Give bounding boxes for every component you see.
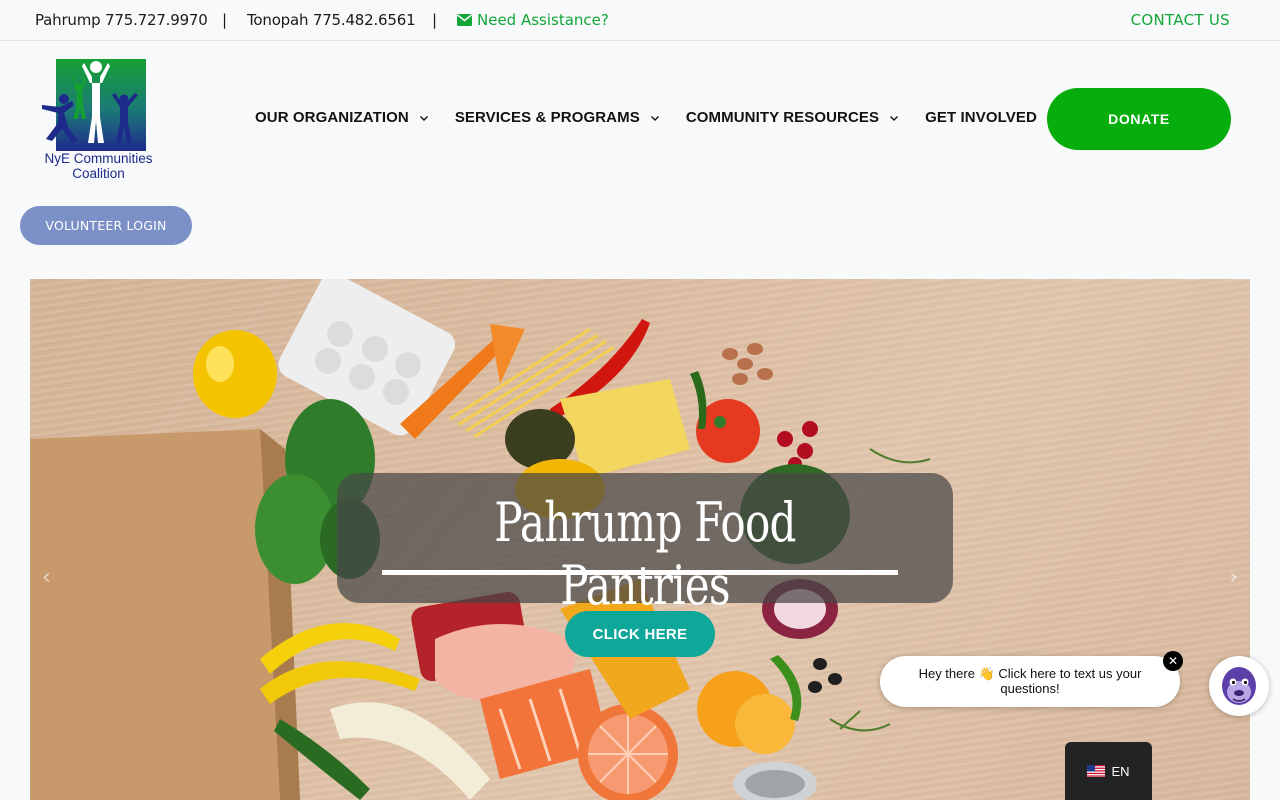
volunteer-login-button[interactable]: VOLUNTEER LOGIN — [20, 206, 192, 245]
chevron-down-icon — [890, 115, 899, 121]
top-contact-bar: Pahrump 775.727.9970 | Tonopah 775.482.6… — [0, 0, 1280, 41]
slider-prev-arrow[interactable]: ‹ — [42, 565, 51, 590]
nav-our-organization[interactable]: OUR ORGANIZATION — [255, 109, 429, 126]
nav-community-resources[interactable]: COMMUNITY RESOURCES — [686, 109, 899, 126]
click-here-button[interactable]: CLICK HERE — [565, 611, 715, 657]
nav-get-involved[interactable]: GET INVOLVED — [925, 109, 1057, 126]
us-flag-icon — [1087, 765, 1106, 777]
site-logo[interactable]: NyE Communities Coalition — [36, 57, 161, 181]
slider-next-arrow[interactable]: › — [1229, 565, 1238, 590]
hero-title: Pahrump Food Pantries — [494, 491, 796, 617]
pahrump-phone[interactable]: Pahrump 775.727.9970 — [35, 11, 208, 29]
need-assistance-label: Need Assistance? — [477, 11, 609, 29]
language-switcher[interactable]: EN — [1065, 742, 1152, 800]
gorilla-mascot-icon — [1222, 667, 1256, 705]
nav-label: GET INVOLVED — [925, 109, 1037, 126]
nav-label: SERVICES & PROGRAMS — [454, 109, 640, 126]
chat-launcher-button[interactable] — [1209, 656, 1269, 716]
logo-line-1: NyE Communities — [44, 151, 153, 166]
nav-label: COMMUNITY RESOURCES — [685, 109, 880, 126]
language-code: EN — [1111, 763, 1130, 779]
hero-title-underline — [382, 570, 898, 575]
separator: | — [432, 11, 438, 29]
chevron-down-icon — [419, 115, 428, 121]
contact-us-link[interactable]: CONTACT US — [1131, 11, 1230, 29]
need-assistance-link[interactable]: Need Assistance? — [457, 11, 609, 29]
separator: | — [222, 11, 228, 29]
hero-slider: ‹ › Pahrump Food Pantries CLICK HERE — [30, 279, 1250, 800]
tonopah-phone[interactable]: Tonopah 775.482.6561 — [247, 11, 416, 29]
hero-caption-box: Pahrump Food Pantries — [337, 473, 953, 617]
envelope-icon — [457, 14, 472, 26]
logo-line-2: Coalition — [72, 166, 125, 181]
donate-button[interactable]: DONATE — [1047, 88, 1231, 150]
chat-close-button[interactable]: ✕ — [1163, 651, 1183, 671]
chat-prompt-bubble[interactable]: Hey there 👋 Click here to text us your q… — [880, 656, 1180, 707]
logo-figures-icon — [42, 59, 146, 151]
site-header: NyE Communities Coalition OUR ORGANIZATI… — [0, 41, 1280, 255]
nav-services-programs[interactable]: SERVICES & PROGRAMS — [455, 109, 660, 126]
main-navigation: OUR ORGANIZATION SERVICES & PROGRAMS COM… — [255, 109, 1083, 126]
nav-label: OUR ORGANIZATION — [255, 109, 409, 126]
chevron-down-icon — [650, 115, 659, 121]
